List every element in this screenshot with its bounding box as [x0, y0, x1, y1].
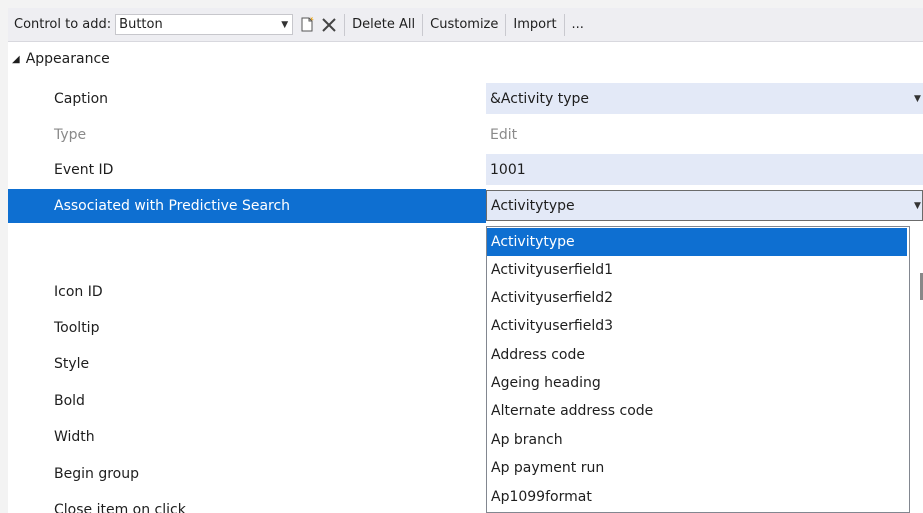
- option-label: Ap branch: [491, 432, 563, 448]
- event-id-value-field[interactable]: 1001: [486, 154, 923, 185]
- type-value-field: Edit: [486, 119, 923, 150]
- predictive-search-dropdown-list[interactable]: Activitytype Activityuserfield1 Activity…: [486, 226, 923, 513]
- group-label: Appearance: [25, 51, 110, 67]
- toolbar: Control to add: Button ▼ Delete All Cust…: [8, 8, 923, 42]
- option-label: Activityuserfield1: [491, 262, 614, 278]
- dropdown-option[interactable]: Ap branch: [487, 426, 907, 454]
- dropdown-option[interactable]: Activityuserfield1: [487, 256, 907, 284]
- option-label: Activitytype: [491, 234, 575, 250]
- property-name: Icon ID: [54, 284, 103, 300]
- option-label: Ap1099format: [491, 489, 592, 505]
- customize-button[interactable]: Customize: [430, 17, 498, 32]
- chevron-down-icon[interactable]: ▼: [914, 201, 921, 211]
- new-document-icon[interactable]: [299, 16, 315, 33]
- import-button[interactable]: Import: [513, 17, 556, 32]
- control-type-value: Button: [119, 17, 163, 32]
- option-label: Address code: [491, 347, 585, 363]
- collapse-triangle-icon[interactable]: ◢: [12, 54, 20, 65]
- property-name: Caption: [54, 91, 109, 107]
- property-name: Close item on click: [54, 502, 186, 513]
- toolbar-divider: [422, 13, 424, 36]
- property-name: Associated with Predictive Search: [54, 198, 291, 214]
- dropdown-option[interactable]: Address code: [487, 341, 907, 369]
- more-button[interactable]: ...: [572, 17, 584, 32]
- property-name: Width: [54, 429, 95, 445]
- property-row-event-id[interactable]: Event ID 1001: [8, 153, 923, 187]
- dropdown-option[interactable]: Ageing heading: [487, 369, 907, 397]
- dropdown-option[interactable]: Activityuserfield3: [487, 312, 907, 340]
- property-name: Event ID: [54, 162, 114, 178]
- toolbar-divider: [505, 13, 507, 36]
- caption-value-field[interactable]: &Activity type: [486, 83, 923, 114]
- property-name: Bold: [54, 393, 85, 409]
- option-label: Activityuserfield3: [491, 318, 614, 334]
- property-value: &Activity type: [490, 90, 589, 107]
- dropdown-option[interactable]: Activityuserfield2: [487, 284, 907, 312]
- dropdown-option[interactable]: Alternate address code: [487, 397, 907, 425]
- option-label: Alternate address code: [491, 403, 654, 419]
- property-panel: Control to add: Button ▼ Delete All Cust…: [8, 8, 923, 513]
- property-row-type[interactable]: Type Edit: [8, 118, 923, 152]
- property-row-predictive-search[interactable]: Associated with Predictive Search Activi…: [8, 189, 923, 223]
- property-row-caption[interactable]: Caption &Activity type ▼: [8, 82, 923, 116]
- dropdown-option[interactable]: Ap payment run: [487, 454, 907, 482]
- property-name: Type: [54, 127, 87, 143]
- property-name: Tooltip: [54, 320, 100, 336]
- property-name: Begin group: [54, 466, 139, 482]
- option-label: Activityuserfield2: [491, 290, 614, 306]
- control-to-add-label: Control to add:: [14, 17, 112, 32]
- property-value: Edit: [490, 126, 518, 143]
- control-type-select[interactable]: Button ▼: [115, 14, 294, 35]
- toolbar-divider: [344, 13, 346, 36]
- property-value: Activitytype: [491, 197, 575, 214]
- dropdown-option[interactable]: Activitytype: [487, 228, 907, 256]
- dropdown-option[interactable]: Ap1099format: [487, 483, 907, 511]
- appearance-group-header[interactable]: ◢ Appearance: [8, 45, 110, 73]
- predictive-search-select[interactable]: Activitytype: [486, 190, 923, 221]
- option-label: Ageing heading: [491, 375, 601, 391]
- chevron-down-icon[interactable]: ▼: [914, 94, 921, 104]
- property-value: 1001: [490, 161, 526, 178]
- delete-all-button[interactable]: Delete All: [352, 17, 415, 32]
- option-label: Ap payment run: [491, 460, 605, 476]
- property-name: Style: [54, 356, 90, 372]
- close-icon[interactable]: [321, 17, 337, 33]
- toolbar-divider: [563, 13, 565, 36]
- chevron-down-icon: ▼: [281, 19, 289, 30]
